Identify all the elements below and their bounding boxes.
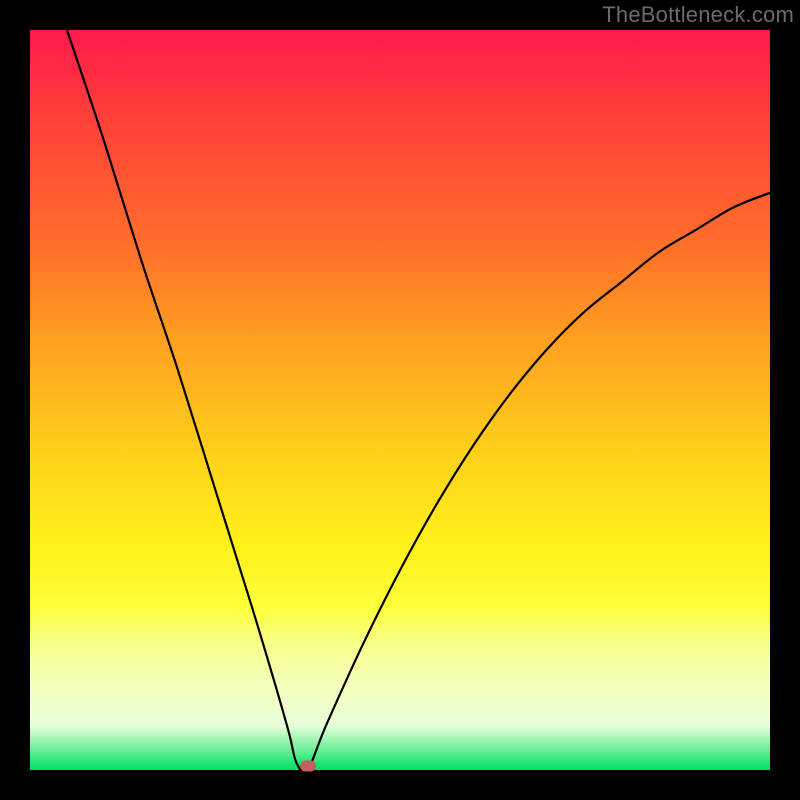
optimal-point-marker (300, 761, 316, 772)
curve-svg (30, 30, 770, 770)
watermark-text: TheBottleneck.com (602, 2, 794, 28)
bottleneck-chart (30, 30, 770, 770)
bottleneck-curve (67, 30, 770, 772)
